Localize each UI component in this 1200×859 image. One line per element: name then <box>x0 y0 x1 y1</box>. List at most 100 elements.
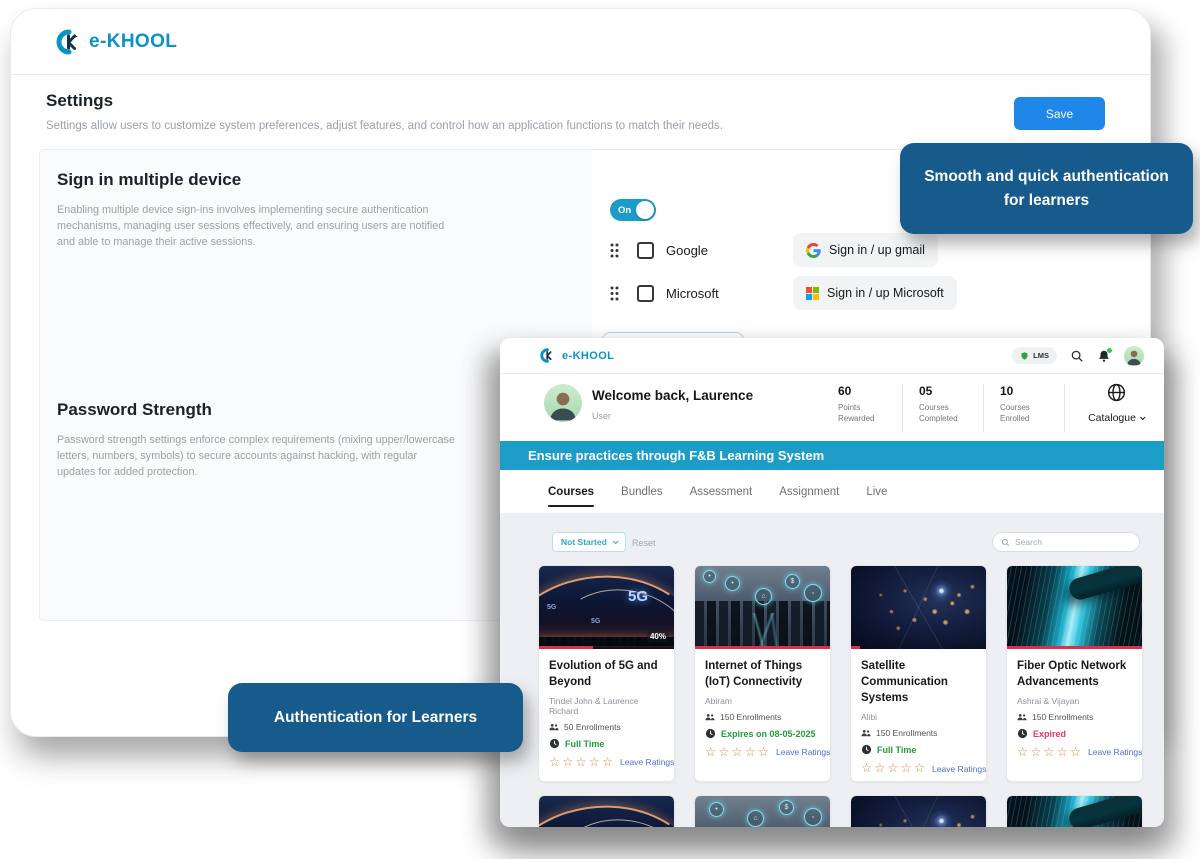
iot-icon: • <box>725 576 740 591</box>
course-card[interactable]: Fiber Optic Network Advancements Ashrai … <box>1006 565 1143 782</box>
search-input[interactable] <box>1015 537 1130 547</box>
catalogue-button[interactable]: Catalogue <box>1074 382 1158 424</box>
reset-link[interactable]: Reset <box>632 538 656 548</box>
welcome-greeting: Welcome back, Laurence <box>592 388 753 403</box>
courses-content: Not Started Reset 5G 5G 5G 40% <box>500 513 1164 827</box>
provider-label: Microsoft <box>666 286 738 301</box>
google-icon <box>806 243 821 258</box>
status-filter-dropdown[interactable]: Not Started <box>552 532 626 552</box>
stat-courses-completed: 05 Courses Completed <box>919 384 984 432</box>
course-card-partial[interactable] <box>1006 795 1143 827</box>
notification-dot <box>1107 348 1112 353</box>
globe-icon <box>1106 382 1127 403</box>
google-checkbox[interactable] <box>637 242 654 259</box>
course-title: Satellite Communication Systems <box>861 658 976 706</box>
lms-badge[interactable]: LMS <box>1012 347 1057 364</box>
search-box[interactable] <box>992 532 1140 552</box>
page-title: Settings <box>46 91 723 111</box>
ekhool-logo: e-KHOOL <box>540 348 614 363</box>
enrollment-count: 150 Enrollments <box>720 712 781 722</box>
course-author: Ashrai & Vijayan <box>1017 696 1132 706</box>
course-thumbnail-iot: • ⌂ $ ◦ • <box>695 566 830 649</box>
google-signin-button[interactable]: Sign in / up gmail <box>793 233 938 267</box>
leave-ratings-link[interactable]: Leave Ratings <box>776 747 830 757</box>
course-thumbnail-5g: 5G 5G 5G 40% <box>539 566 674 649</box>
clock-icon <box>1017 728 1028 739</box>
microsoft-icon <box>806 287 819 300</box>
course-thumbnail-fiber <box>1007 566 1142 649</box>
page: e-KHOOL Settings Settings allow users to… <box>0 0 1200 859</box>
course-card[interactable]: • ⌂ $ ◦ • Internet of Things (IoT) Conne… <box>694 565 831 782</box>
notifications-button[interactable] <box>1097 349 1111 363</box>
course-card[interactable]: Satellite Communication Systems Alibi 15… <box>850 565 987 782</box>
microsoft-checkbox[interactable] <box>637 285 654 302</box>
drag-handle-icon[interactable] <box>610 243 619 258</box>
course-status: Expires on 08-05-2025 <box>721 729 816 739</box>
course-card[interactable]: 5G 5G 5G 40% Evolution of 5G and Beyond … <box>538 565 675 782</box>
course-thumbnail-fiber <box>1007 796 1142 827</box>
leave-ratings-link[interactable]: Leave Ratings <box>620 757 674 767</box>
progress-percent-badge: 40% <box>647 631 669 642</box>
ekhool-logo-icon <box>56 29 82 55</box>
toggle-state-label: On <box>618 205 631 216</box>
page-head: Settings Settings allow users to customi… <box>46 91 723 132</box>
progress-bar <box>695 646 830 649</box>
course-card-partial[interactable]: • ⌂ $ ◦ <box>694 795 831 827</box>
tab-assessment[interactable]: Assessment <box>690 470 753 513</box>
tab-bar: Courses Bundles Assessment Assignment Li… <box>500 470 1164 513</box>
user-role: User <box>592 411 611 421</box>
stats-row: 60 Points Rewarded 05 Courses Completed … <box>838 384 1081 432</box>
star-rating-icons[interactable] <box>705 746 771 759</box>
settings-header: e-KHOOL <box>11 9 1150 75</box>
iot-icon: $ <box>785 574 800 589</box>
people-icon <box>549 723 560 731</box>
password-strength-description: Password strength settings enforce compl… <box>57 432 455 481</box>
magnifier-icon <box>1001 538 1010 547</box>
leave-ratings-link[interactable]: Leave Ratings <box>932 764 986 774</box>
course-title: Fiber Optic Network Advancements <box>1017 658 1132 690</box>
callout-authentication-bottom: Authentication for Learners <box>228 683 523 752</box>
page-subtitle: Settings allow users to customize system… <box>46 120 723 132</box>
course-thumbnail-satellite <box>851 566 986 649</box>
iot-icon: ⌂ <box>755 588 772 605</box>
course-status: Expired <box>1033 729 1066 739</box>
course-card-partial[interactable] <box>538 795 675 827</box>
clock-icon <box>549 738 560 749</box>
catalogue-label: Catalogue <box>1088 412 1136 424</box>
stat-label: Courses Completed <box>919 403 967 425</box>
clock-icon <box>861 744 872 755</box>
tab-assignment[interactable]: Assignment <box>779 470 839 513</box>
clock-icon <box>705 728 716 739</box>
iot-icon: • <box>703 570 716 583</box>
tab-bundles[interactable]: Bundles <box>621 470 663 513</box>
save-button[interactable]: Save <box>1014 97 1105 130</box>
provider-label: Google <box>666 243 738 258</box>
tab-courses[interactable]: Courses <box>548 470 594 513</box>
microsoft-signin-button[interactable]: Sign in / up Microsoft <box>793 276 957 310</box>
stat-label: Courses Enrolled <box>1000 403 1048 425</box>
iot-icon: • <box>709 802 724 817</box>
lms-header: e-KHOOL LMS <box>500 338 1164 374</box>
star-rating-icons[interactable] <box>861 762 927 775</box>
user-avatar[interactable] <box>544 384 582 422</box>
drag-handle-icon[interactable] <box>610 286 619 301</box>
thumbnail-text: 5G <box>591 618 600 625</box>
shield-icon <box>1020 351 1029 361</box>
iot-icon: ◦ <box>804 584 822 602</box>
star-rating-icons[interactable] <box>549 756 615 769</box>
tab-live[interactable]: Live <box>866 470 887 513</box>
iot-icon: $ <box>779 800 794 815</box>
header-actions: LMS <box>1012 346 1144 366</box>
provider-row-google: Google Sign in / up gmail <box>610 233 940 267</box>
welcome-section: Welcome back, Laurence User 60 Points Re… <box>500 374 1164 441</box>
stat-courses-enrolled: 10 Courses Enrolled <box>1000 384 1065 432</box>
course-card-partial[interactable] <box>850 795 987 827</box>
multi-device-toggle[interactable]: On <box>610 199 656 221</box>
enrollment-count: 150 Enrollments <box>1032 712 1093 722</box>
leave-ratings-link[interactable]: Leave Ratings <box>1088 747 1142 757</box>
search-icon[interactable] <box>1070 349 1084 363</box>
enrollment-count: 50 Enrollments <box>564 722 621 732</box>
star-rating-icons[interactable] <box>1017 746 1083 759</box>
avatar[interactable] <box>1124 346 1144 366</box>
callout-authentication-top: Smooth and quick authentication for lear… <box>900 143 1193 234</box>
